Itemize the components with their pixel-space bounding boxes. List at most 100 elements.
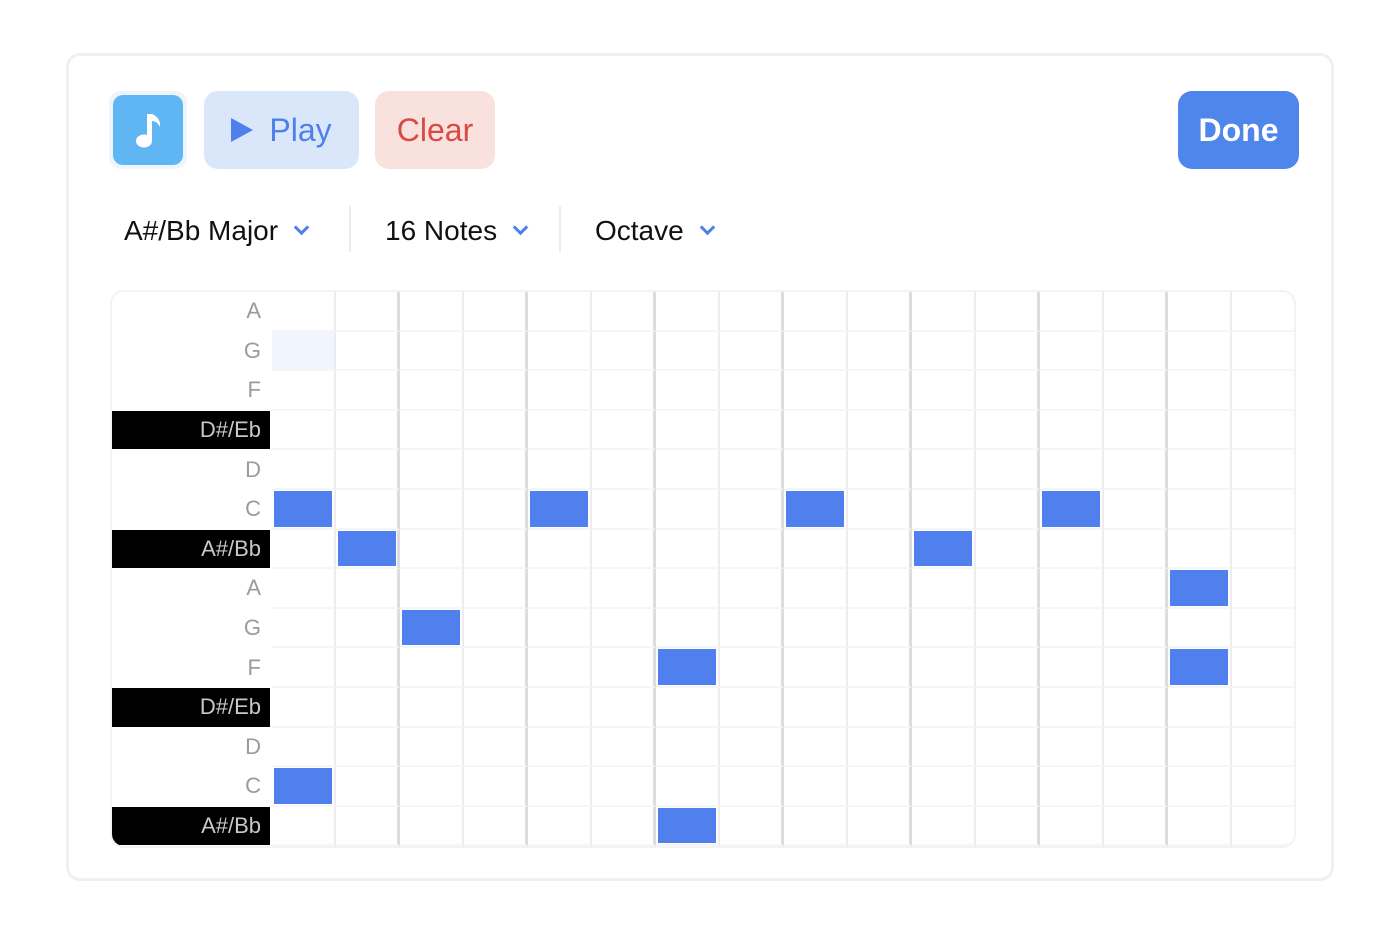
grid-cell[interactable] xyxy=(1232,411,1294,451)
grid-cell[interactable] xyxy=(784,767,848,807)
grid-cell[interactable] xyxy=(784,569,848,609)
grid-cell[interactable] xyxy=(336,608,400,649)
grid-cell[interactable] xyxy=(1232,530,1294,570)
grid-cell[interactable] xyxy=(336,529,400,570)
grid-cell[interactable] xyxy=(1040,292,1104,332)
grid-cell[interactable] xyxy=(656,490,720,530)
note-count-dropdown[interactable]: 16 Notes xyxy=(385,206,529,256)
grid-cell[interactable] xyxy=(592,529,656,570)
grid-cell[interactable] xyxy=(400,410,464,451)
grid-cell[interactable] xyxy=(1232,292,1294,332)
grid-cell[interactable] xyxy=(912,569,976,609)
grid-cell[interactable] xyxy=(848,331,912,372)
grid-cell[interactable] xyxy=(1104,490,1168,530)
grid-cell[interactable] xyxy=(1232,332,1294,372)
grid-cell[interactable] xyxy=(400,648,464,688)
grid-cell[interactable] xyxy=(592,727,656,768)
grid-cell[interactable] xyxy=(720,767,784,807)
grid-cell[interactable] xyxy=(592,331,656,372)
grid-cell[interactable] xyxy=(976,450,1040,490)
grid-cell[interactable] xyxy=(784,648,848,688)
grid-cell[interactable] xyxy=(656,767,720,807)
grid-cell[interactable] xyxy=(912,331,976,372)
grid-cell[interactable] xyxy=(528,688,592,728)
grid-cell[interactable] xyxy=(1040,727,1104,768)
grid-cell[interactable] xyxy=(592,608,656,649)
grid-cell[interactable] xyxy=(720,371,784,411)
grid-cell[interactable] xyxy=(848,529,912,570)
grid-cell[interactable] xyxy=(784,727,848,768)
grid-cell[interactable] xyxy=(848,727,912,768)
grid-cell[interactable] xyxy=(1040,371,1104,411)
grid-cell[interactable] xyxy=(336,648,400,688)
grid-cell[interactable] xyxy=(912,727,976,768)
grid-cell[interactable] xyxy=(1104,292,1168,332)
grid-cell[interactable] xyxy=(848,450,912,490)
grid-cell[interactable] xyxy=(656,331,720,372)
grid-cell[interactable] xyxy=(720,688,784,728)
grid-cell[interactable] xyxy=(976,410,1040,451)
grid-cell[interactable] xyxy=(1168,767,1232,807)
grid-cell[interactable] xyxy=(272,569,336,609)
grid-cell[interactable] xyxy=(336,727,400,768)
grid-cell[interactable] xyxy=(720,727,784,768)
grid-cell[interactable] xyxy=(912,292,976,332)
grid-cell[interactable] xyxy=(1104,806,1168,846)
grid-cell[interactable] xyxy=(464,490,528,530)
grid-cell[interactable] xyxy=(592,371,656,411)
grid-cell[interactable] xyxy=(976,806,1040,846)
grid-cell[interactable] xyxy=(656,569,720,609)
grid-cell[interactable] xyxy=(336,688,400,728)
grid-cell[interactable] xyxy=(1104,648,1168,688)
grid-cell[interactable] xyxy=(336,569,400,609)
grid-cell[interactable] xyxy=(784,331,848,372)
grid-cell[interactable] xyxy=(592,806,656,846)
grid-cell[interactable] xyxy=(912,371,976,411)
grid-cell[interactable] xyxy=(1040,529,1104,570)
play-button[interactable]: Play xyxy=(204,91,359,169)
grid-cell[interactable] xyxy=(1040,767,1104,807)
grid-cell[interactable] xyxy=(656,450,720,490)
grid-cell[interactable] xyxy=(400,806,464,846)
grid-cell[interactable] xyxy=(784,450,848,490)
grid-cell[interactable] xyxy=(848,767,912,807)
grid-cell[interactable] xyxy=(528,727,592,768)
grid-cell[interactable] xyxy=(400,688,464,728)
grid-cell[interactable] xyxy=(1168,806,1232,846)
grid-cell[interactable] xyxy=(1168,688,1232,728)
grid-cell[interactable] xyxy=(336,450,400,490)
grid-cell[interactable] xyxy=(720,648,784,688)
grid-cell[interactable] xyxy=(528,450,592,490)
grid-cell[interactable] xyxy=(976,648,1040,688)
grid-cell[interactable] xyxy=(1104,410,1168,451)
grid-cell[interactable] xyxy=(1104,727,1168,768)
grid-cell[interactable] xyxy=(464,569,528,609)
grid-cell[interactable] xyxy=(848,292,912,332)
grid-cell[interactable] xyxy=(400,331,464,372)
grid-cell[interactable] xyxy=(1232,688,1294,728)
grid-cell[interactable] xyxy=(528,806,592,846)
grid-cell[interactable] xyxy=(464,688,528,728)
grid-cell[interactable] xyxy=(464,450,528,490)
grid-cell[interactable] xyxy=(976,331,1040,372)
grid-cell[interactable] xyxy=(848,490,912,530)
grid-cell[interactable] xyxy=(1040,569,1104,609)
grid-cell[interactable] xyxy=(400,450,464,490)
grid-cell[interactable] xyxy=(848,569,912,609)
grid-cell[interactable] xyxy=(656,529,720,570)
grid-cell[interactable] xyxy=(912,608,976,649)
grid-cell[interactable] xyxy=(720,292,784,332)
grid-cell[interactable] xyxy=(336,371,400,411)
grid-cell[interactable] xyxy=(400,490,464,530)
grid-cell[interactable] xyxy=(336,331,400,372)
grid-cell[interactable] xyxy=(720,450,784,490)
octave-dropdown[interactable]: Octave xyxy=(595,206,715,256)
grid-cell[interactable] xyxy=(848,410,912,451)
grid-cell[interactable] xyxy=(464,331,528,372)
grid-cell[interactable] xyxy=(592,292,656,332)
grid-cell[interactable] xyxy=(1232,569,1294,609)
grid-cell[interactable] xyxy=(400,727,464,768)
grid-cell[interactable] xyxy=(1040,608,1104,649)
grid-cell[interactable] xyxy=(1232,767,1294,807)
grid-cell[interactable] xyxy=(656,410,720,451)
